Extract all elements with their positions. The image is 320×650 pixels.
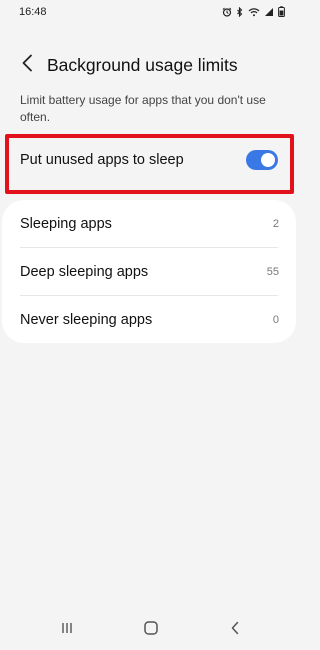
list-item-label: Sleeping apps bbox=[20, 216, 112, 232]
list-item-sleeping-apps[interactable]: Sleeping apps 2 bbox=[2, 200, 296, 247]
app-lists-card: Sleeping apps 2 Deep sleeping apps 55 Ne… bbox=[2, 200, 296, 343]
page-title: Background usage limits bbox=[47, 55, 238, 75]
signal-icon bbox=[264, 7, 274, 17]
back-button[interactable] bbox=[14, 52, 40, 78]
back-arrow-icon bbox=[21, 54, 33, 77]
sleep-toggle-row[interactable]: Put unused apps to sleep bbox=[10, 139, 281, 181]
list-item-label: Deep sleeping apps bbox=[20, 264, 149, 280]
status-time: 16:48 bbox=[19, 6, 47, 18]
recents-icon bbox=[60, 621, 74, 640]
recents-button[interactable] bbox=[55, 620, 79, 640]
list-item-never-sleeping-apps[interactable]: Never sleeping apps 0 bbox=[2, 296, 296, 343]
switch-knob bbox=[261, 153, 275, 167]
list-item-label: Never sleeping apps bbox=[20, 312, 153, 328]
page-description: Limit battery usage for apps that you do… bbox=[20, 93, 266, 124]
alarm-icon bbox=[222, 7, 232, 17]
navigation-bar bbox=[0, 612, 299, 650]
wifi-icon bbox=[248, 7, 260, 17]
list-item-count: 0 bbox=[272, 314, 279, 326]
battery-icon bbox=[278, 6, 285, 17]
list-item-count: 2 bbox=[272, 218, 279, 230]
home-icon bbox=[143, 620, 159, 641]
sleep-toggle-label: Put unused apps to sleep bbox=[20, 152, 184, 168]
sleep-toggle-switch[interactable] bbox=[246, 150, 278, 170]
status-icons bbox=[222, 6, 285, 17]
list-item-deep-sleeping-apps[interactable]: Deep sleeping apps 55 bbox=[2, 248, 296, 295]
nav-back-button[interactable] bbox=[223, 620, 247, 640]
bluetooth-icon bbox=[236, 6, 244, 17]
home-button[interactable] bbox=[139, 620, 163, 640]
list-item-count: 55 bbox=[266, 266, 279, 278]
header: Background usage limits bbox=[0, 48, 299, 84]
back-icon bbox=[230, 621, 240, 640]
status-bar: 16:48 bbox=[0, 0, 299, 26]
